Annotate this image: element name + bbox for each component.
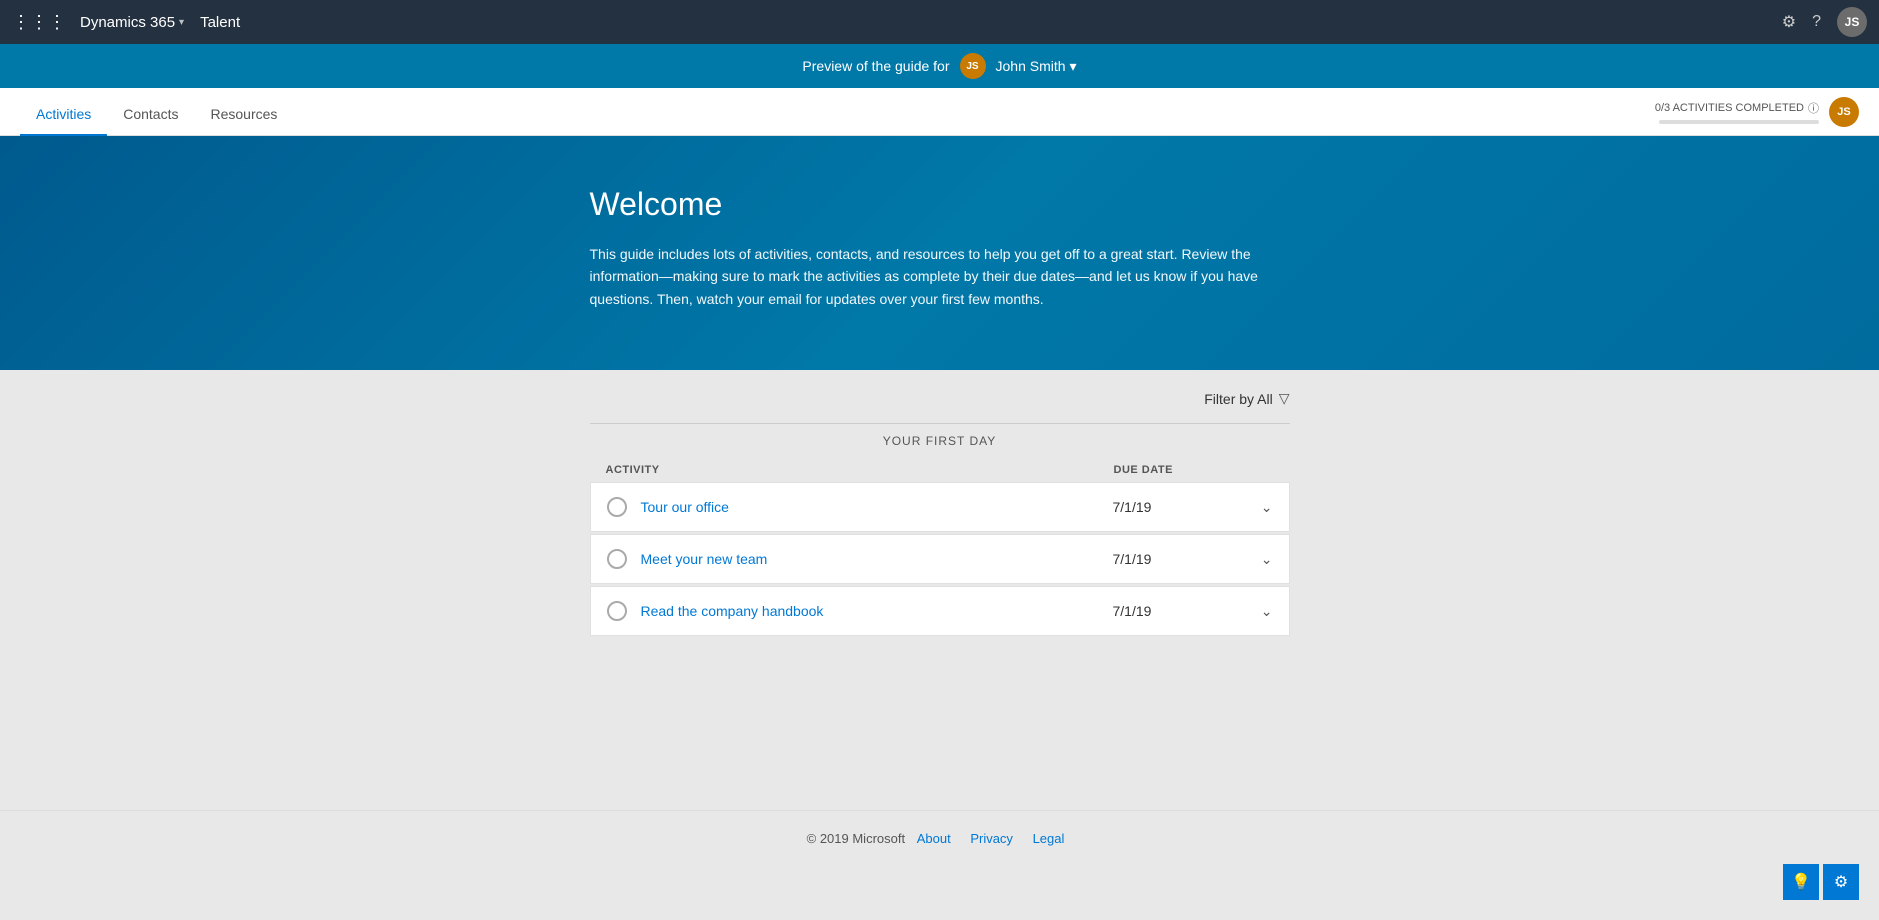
bulb-icon: 💡 — [1791, 872, 1811, 892]
activity-expand-1[interactable]: ⌄ — [1233, 551, 1273, 568]
preview-user-name[interactable]: John Smith ▾ — [996, 58, 1077, 75]
progress-info-icon: ⓘ — [1808, 100, 1819, 116]
top-nav-right: ⚙ ? JS — [1782, 7, 1867, 37]
activity-checkbox-2[interactable] — [607, 601, 627, 621]
floating-gear-button[interactable]: ⚙ — [1823, 864, 1859, 900]
hero-description: This guide includes lots of activities, … — [590, 243, 1290, 310]
tab-resources[interactable]: Resources — [194, 94, 293, 136]
user-avatar-tab[interactable]: JS — [1829, 97, 1859, 127]
footer: © 2019 Microsoft About Privacy Legal — [0, 810, 1879, 866]
app-chevron-icon: ▾ — [179, 17, 184, 28]
activity-duedate-1: 7/1/19 — [1113, 551, 1233, 567]
col-header-activity: ACTIVITY — [606, 464, 1114, 476]
activities-completed: 0/3 ACTIVITIES COMPLETED ⓘ — [1655, 100, 1819, 124]
app-module: Talent — [200, 14, 240, 31]
filter-icon[interactable]: ▽ — [1279, 390, 1290, 407]
activity-checkbox-1[interactable] — [607, 549, 627, 569]
activity-table: ACTIVITY DUE DATE Tour our office 7/1/19… — [590, 458, 1290, 636]
activity-row-2[interactable]: Read the company handbook 7/1/19 ⌄ — [590, 586, 1290, 636]
tab-bar-right: 0/3 ACTIVITIES COMPLETED ⓘ JS — [1655, 97, 1859, 127]
hero-title: Welcome — [590, 186, 1290, 223]
tab-contacts[interactable]: Contacts — [107, 94, 194, 136]
tab-bar: Activities Contacts Resources 0/3 ACTIVI… — [0, 88, 1879, 136]
floating-actions: 💡 ⚙ — [1783, 864, 1859, 900]
activity-row-0[interactable]: Tour our office 7/1/19 ⌄ — [590, 482, 1290, 532]
footer-link-legal[interactable]: Legal — [1033, 831, 1065, 846]
help-icon[interactable]: ? — [1812, 13, 1821, 31]
preview-user-name-text: John Smith — [996, 58, 1066, 74]
activities-completed-text: 0/3 ACTIVITIES COMPLETED ⓘ — [1655, 100, 1819, 116]
preview-text: Preview of the guide for — [802, 58, 949, 74]
hero: Welcome This guide includes lots of acti… — [0, 136, 1879, 370]
preview-user-avatar: JS — [960, 53, 986, 79]
activity-expand-0[interactable]: ⌄ — [1233, 499, 1273, 516]
tab-activities[interactable]: Activities — [20, 94, 107, 136]
settings-icon[interactable]: ⚙ — [1782, 12, 1796, 32]
filter-bar: Filter by All ▽ — [590, 390, 1290, 407]
top-nav: ⋮⋮⋮ Dynamics 365 ▾ Talent ⚙ ? JS — [0, 0, 1879, 44]
activity-name-0: Tour our office — [641, 499, 1113, 515]
footer-link-about[interactable]: About — [917, 831, 951, 846]
app-name-text: Dynamics 365 — [80, 14, 175, 31]
footer-link-privacy[interactable]: Privacy — [970, 831, 1013, 846]
gear-icon: ⚙ — [1834, 872, 1848, 892]
content-inner: Filter by All ▽ YOUR FIRST DAY ACTIVITY … — [590, 390, 1290, 636]
content: Filter by All ▽ YOUR FIRST DAY ACTIVITY … — [0, 370, 1879, 770]
activity-duedate-2: 7/1/19 — [1113, 603, 1233, 619]
col-header-duedate: DUE DATE — [1114, 464, 1234, 476]
activity-checkbox-0[interactable] — [607, 497, 627, 517]
app-name[interactable]: Dynamics 365 ▾ — [80, 14, 184, 31]
activity-expand-2[interactable]: ⌄ — [1233, 603, 1273, 620]
waffle-icon[interactable]: ⋮⋮⋮ — [12, 12, 66, 33]
floating-bulb-button[interactable]: 💡 — [1783, 864, 1819, 900]
top-nav-left: ⋮⋮⋮ Dynamics 365 ▾ Talent — [12, 12, 1782, 33]
progress-bar-container — [1659, 120, 1819, 124]
hero-inner: Welcome This guide includes lots of acti… — [590, 186, 1290, 310]
section-title: YOUR FIRST DAY — [590, 434, 1290, 448]
filter-label[interactable]: Filter by All — [1204, 391, 1272, 407]
section-divider — [590, 423, 1290, 424]
preview-bar: Preview of the guide for JS John Smith ▾ — [0, 44, 1879, 88]
footer-copyright: © 2019 Microsoft — [807, 831, 905, 846]
activity-duedate-0: 7/1/19 — [1113, 499, 1233, 515]
activity-row-1[interactable]: Meet your new team 7/1/19 ⌄ — [590, 534, 1290, 584]
user-avatar-nav[interactable]: JS — [1837, 7, 1867, 37]
preview-chevron-icon: ▾ — [1070, 58, 1077, 75]
activity-name-1: Meet your new team — [641, 551, 1113, 567]
activity-name-2: Read the company handbook — [641, 603, 1113, 619]
table-header: ACTIVITY DUE DATE — [590, 458, 1290, 482]
